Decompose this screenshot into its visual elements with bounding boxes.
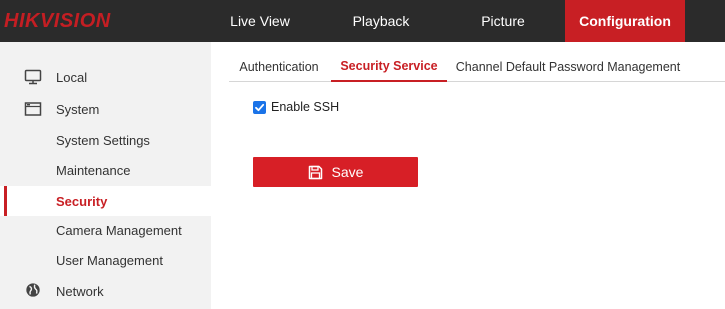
enable-ssh-checkbox[interactable] bbox=[253, 100, 266, 114]
sidebar-item-user-management[interactable]: User Management bbox=[0, 245, 211, 275]
system-icon bbox=[24, 102, 42, 116]
top-navigation-bar: HIKVISION Live View Playback Picture Con… bbox=[0, 0, 725, 42]
tab-channel-default-password-management[interactable]: Channel Default Password Management bbox=[453, 52, 683, 82]
nav-live-view[interactable]: Live View bbox=[200, 0, 320, 42]
sidebar-item-security[interactable]: Security bbox=[0, 186, 211, 216]
enable-ssh-row: Enable SSH bbox=[253, 99, 339, 115]
sidebar-item-label: Security bbox=[56, 193, 108, 209]
sidebar-item-maintenance[interactable]: Maintenance bbox=[0, 155, 211, 185]
sidebar-item-label: Network bbox=[56, 283, 104, 299]
nav-configuration[interactable]: Configuration bbox=[565, 0, 685, 42]
globe-icon bbox=[26, 283, 40, 297]
save-icon bbox=[308, 165, 322, 179]
logo-text: HIKVISION bbox=[4, 9, 111, 32]
checkmark-icon bbox=[255, 103, 265, 111]
tab-authentication[interactable]: Authentication bbox=[229, 52, 329, 82]
sidebar-item-network[interactable]: Network bbox=[0, 276, 211, 306]
sidebar: Local System System Settings Maintenance… bbox=[0, 42, 211, 309]
sidebar-item-label: Local bbox=[56, 69, 88, 85]
sidebar-item-local[interactable]: Local bbox=[0, 62, 211, 92]
sidebar-item-system[interactable]: System bbox=[0, 94, 211, 124]
sidebar-item-label: System bbox=[56, 101, 100, 117]
sidebar-item-label: Maintenance bbox=[56, 162, 131, 178]
sidebar-item-label: System Settings bbox=[56, 132, 150, 148]
save-button[interactable]: Save bbox=[253, 157, 418, 187]
sidebar-item-label: Camera Management bbox=[56, 222, 182, 238]
nav-picture[interactable]: Picture bbox=[443, 0, 563, 42]
monitor-icon bbox=[24, 69, 42, 85]
sidebar-item-label: User Management bbox=[56, 252, 163, 268]
save-button-label: Save bbox=[331, 164, 364, 180]
sidebar-item-system-settings[interactable]: System Settings bbox=[0, 125, 211, 155]
nav-playback[interactable]: Playback bbox=[322, 0, 440, 42]
tab-security-service[interactable]: Security Service bbox=[331, 52, 447, 82]
enable-ssh-label: Enable SSH bbox=[271, 100, 340, 114]
hikvision-logo: HIKVISION bbox=[0, 0, 150, 42]
config-tabs: Authentication Security Service Channel … bbox=[229, 52, 725, 82]
sidebar-item-camera-management[interactable]: Camera Management bbox=[0, 215, 211, 245]
